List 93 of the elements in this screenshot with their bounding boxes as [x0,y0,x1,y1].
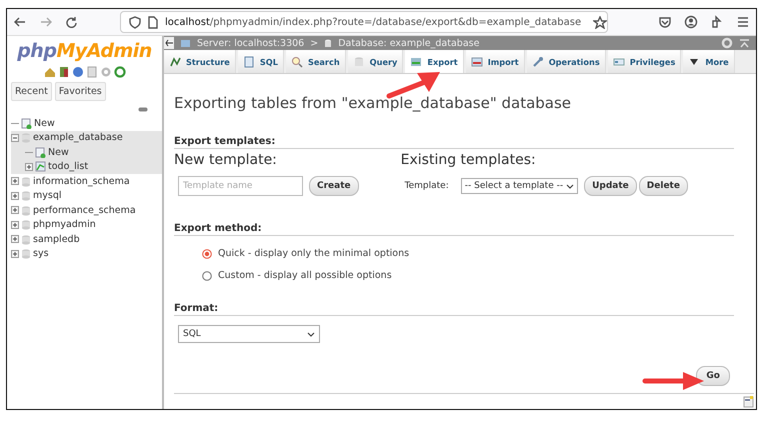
export-icon [410,56,422,68]
card-icon [612,56,625,68]
tab[interactable]: Search [286,50,346,73]
tab[interactable]: Operations [526,50,606,73]
document-icon [242,56,255,68]
search-icon [290,56,303,68]
template-dropdown[interactable]: -- Select a template -- [460,178,578,194]
tree-item[interactable]: New [48,146,69,158]
help-icon [72,66,84,78]
new-item-icon [21,118,32,129]
extensions-icon [710,15,724,29]
radio-label: Custom - display all possible options [218,270,392,281]
chevron-icon [566,182,574,190]
section-heading: Format: [174,303,734,316]
tab[interactable]: Export [405,50,464,73]
subheading: Existing templates: [400,152,537,168]
template-label: Template: [404,181,449,191]
radio-button[interactable] [202,270,212,280]
expand-icon[interactable] [11,235,19,244]
tree-item[interactable]: example_database [33,132,123,144]
radio-button[interactable] [202,248,212,258]
chevron-icon [307,330,315,338]
import-icon [470,56,483,68]
expand-icon[interactable] [25,162,33,171]
wrench-icon [532,56,544,68]
section-heading: Export method: [174,223,734,236]
address-bar[interactable]: localhost/phpmyadmin/index.php?route=/database/export&db=example_database [120,11,608,33]
create-button[interactable]: Create [309,176,359,196]
url-text: localhost/phpmyadmin/index.php?route=/database/export&db=example_database [165,16,582,28]
docs-icon [86,66,98,78]
reload-icon [114,66,126,78]
annotation-arrow [641,371,705,391]
database-icon [352,56,365,68]
tab[interactable]: SQL [238,50,284,73]
tab[interactable]: Structure [164,50,236,73]
tab[interactable]: Import [466,50,525,73]
page-icon [147,16,159,28]
database-icon [21,190,31,202]
tab[interactable]: More [683,50,735,73]
tree-item[interactable]: sampledb [33,234,80,245]
update-button[interactable]: Update [584,176,637,196]
server-icon [180,38,191,48]
link-icon[interactable] [138,107,148,112]
tree-item[interactable]: phpmyadmin [33,219,96,230]
database-icon [21,234,31,245]
collapse-icon[interactable] [11,134,19,142]
expand-icon[interactable] [11,206,19,214]
go-button[interactable]: Go [696,366,730,386]
database-icon [21,248,31,260]
back-icon[interactable] [164,39,174,47]
star-icon [593,16,607,28]
template-name-field[interactable]: Template name [178,176,303,196]
subheading: New template: [174,152,278,168]
expand-icon[interactable] [11,192,19,200]
chart-icon [169,56,181,68]
tree-item[interactable]: performance_schema [33,204,136,216]
settings-icon [100,66,112,78]
radio-label: Quick - display only the minimal options [218,248,410,259]
forward-icon [39,16,53,28]
collapse-icon [739,38,750,48]
database-icon [324,38,332,48]
tab[interactable]: Privileges [608,50,682,73]
delete-button[interactable]: Delete [638,176,688,196]
expand-icon[interactable] [11,177,19,186]
format-dropdown[interactable]: SQL [178,325,320,343]
expand-icon[interactable] [11,250,19,258]
section-heading: Export templates: [174,136,734,149]
page-heading: Exporting tables from "example_database" database [174,94,572,112]
sidebar-tab[interactable]: Recent [11,82,52,101]
tab[interactable]: Query [348,50,404,73]
database-icon [21,204,31,216]
tree-item[interactable]: New [34,118,55,129]
settings-icon [721,37,733,49]
database-icon [21,176,31,187]
sidebar-tab[interactable]: Favorites [54,82,106,101]
logo[interactable]: phpMyAdmin [17,40,152,62]
console-icon [743,396,754,408]
home-icon [44,66,56,78]
tree-item[interactable]: todo_list [48,161,88,172]
expand-icon[interactable] [11,220,19,229]
exit-icon [58,66,70,78]
tree-item[interactable]: mysql [33,190,62,202]
back-icon [13,16,27,28]
menu-icon [736,15,750,29]
reload-icon [65,16,78,28]
account-icon [684,15,698,29]
pocket-icon [658,16,672,28]
database-icon [21,219,31,230]
breadcrumb-separator: > [310,38,318,48]
shield-icon [129,16,141,28]
tree-item[interactable]: sys [33,248,49,260]
new-item-icon [35,146,46,158]
tree-item[interactable]: information_schema [33,176,130,187]
